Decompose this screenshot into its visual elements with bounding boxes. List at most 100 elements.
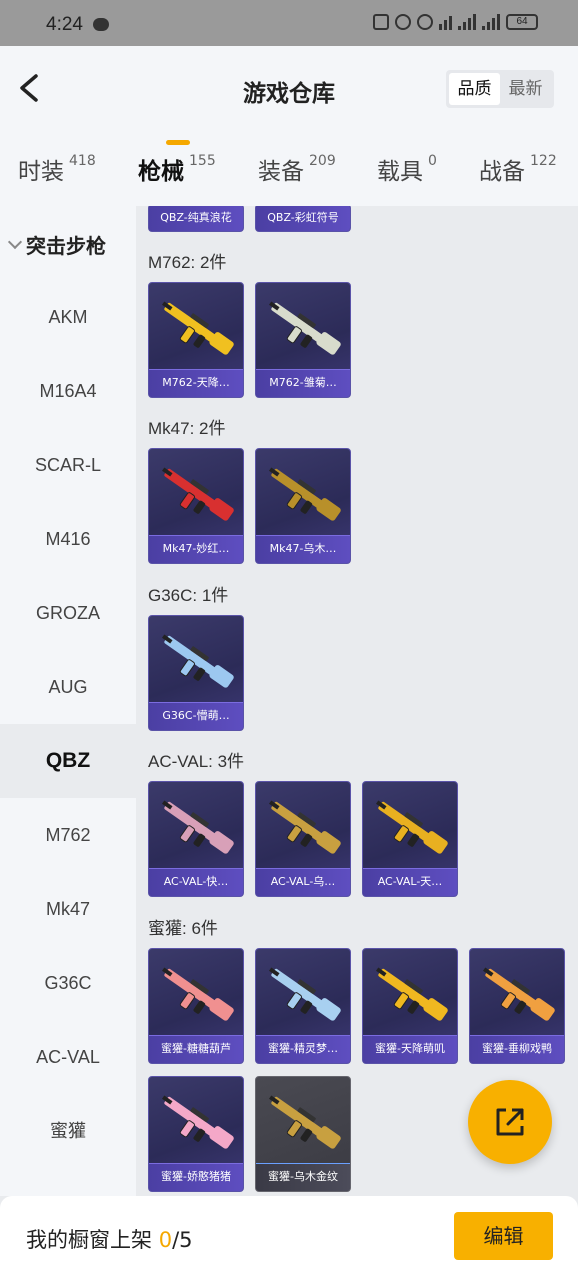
sidebar-item-ac-val[interactable]: AC-VAL <box>0 1020 136 1094</box>
tab-label: 战备 <box>479 159 525 185</box>
skin-name: QBZ-彩虹符号 <box>256 206 350 231</box>
battery-icon: 64 <box>506 14 538 30</box>
nfc-icon <box>373 14 389 30</box>
wechat-icon <box>93 18 109 31</box>
sidebar-item-mk47[interactable]: Mk47 <box>0 872 136 946</box>
tab-label: 载具 <box>377 159 423 185</box>
rifle-icon <box>376 800 448 854</box>
sidebar-item-g36c[interactable]: G36C <box>0 946 136 1020</box>
skin-name: 蜜獾-娇憨猪猪 <box>149 1163 243 1191</box>
rifle-icon <box>269 800 341 854</box>
sidebar-item-scar-l[interactable]: SCAR-L <box>0 428 136 502</box>
skin-card[interactable]: 蜜獾-精灵梦… <box>255 948 351 1064</box>
category-tabs: 时装 418 枪械 155 装备 209 载具 0 战备 122 <box>0 146 578 196</box>
skin-card[interactable]: G36C-懵萌… <box>148 615 244 731</box>
sidebar-item-honey-badger[interactable]: 蜜獾 <box>0 1094 136 1168</box>
sidebar-item-groza[interactable]: GROZA <box>0 576 136 650</box>
rifle-icon <box>162 1095 234 1149</box>
share-icon <box>496 1108 524 1136</box>
tab-count: 0 <box>428 153 437 169</box>
tab-supplies[interactable]: 战备 122 <box>479 152 557 186</box>
section-title: AC-VAL: 3件 <box>148 752 245 771</box>
skin-card[interactable]: Mk47-妙红… <box>148 448 244 564</box>
shelf-label: 我的橱窗上架 <box>26 1228 159 1252</box>
tab-label: 枪械 <box>138 159 184 185</box>
sort-quality-option[interactable]: 品质 <box>449 73 500 105</box>
skin-name: 蜜獾-精灵梦… <box>256 1035 350 1063</box>
skin-card[interactable]: QBZ-彩虹符号 <box>255 206 351 232</box>
skin-card[interactable]: M762-雏菊… <box>255 282 351 398</box>
tab-costumes[interactable]: 时装 418 <box>18 152 96 186</box>
rifle-icon <box>162 634 234 688</box>
sidebar-item-m762[interactable]: M762 <box>0 798 136 872</box>
bottom-bar: 我的橱窗上架 0/5 编辑 <box>0 1196 578 1280</box>
moon-icon <box>417 14 433 30</box>
skin-card[interactable]: M762-天降… <box>148 282 244 398</box>
share-button[interactable] <box>468 1080 552 1164</box>
section-title: G36C: 1件 <box>148 586 229 605</box>
skin-name: M762-雏菊… <box>256 369 350 397</box>
sidebar-group-assault-rifles[interactable]: 突击步枪 <box>7 230 106 259</box>
skin-name: 蜜獾-乌木金纹 <box>256 1163 350 1191</box>
shelf-count: 0 <box>158 1228 173 1252</box>
sidebar-item-m416[interactable]: M416 <box>0 502 136 576</box>
skin-name: 蜜獾-垂柳戏鸭 <box>470 1035 564 1063</box>
skin-name: Mk47-乌木… <box>256 535 350 563</box>
skin-card[interactable]: AC-VAL-乌… <box>255 781 351 897</box>
skin-card[interactable]: AC-VAL-天… <box>362 781 458 897</box>
skin-name: 蜜獾-糖糖葫芦 <box>149 1035 243 1063</box>
rifle-icon <box>162 467 234 521</box>
sidebar-group-label: 突击步枪 <box>26 234 106 258</box>
tab-firearms[interactable]: 枪械 155 <box>138 152 216 186</box>
tab-count: 418 <box>69 153 96 169</box>
rifle-icon <box>483 967 555 1021</box>
weapon-skin-grid[interactable]: QBZ-纯真浪花 QBZ-彩虹符号 M762: 2件 M762-天降… M762… <box>136 206 578 1196</box>
skin-name: M762-天降… <box>149 369 243 397</box>
status-icons: 64 <box>373 14 538 30</box>
rifle-icon <box>269 301 341 355</box>
shelf-status: 我的橱窗上架 0/5 <box>26 1224 193 1254</box>
skin-name: QBZ-纯真浪花 <box>149 206 243 231</box>
signal-icon-2 <box>482 14 500 30</box>
skin-name: AC-VAL-乌… <box>256 868 350 896</box>
header: 游戏仓库 品质 最新 时装 418 枪械 155 装备 209 载具 0 战备 … <box>0 46 578 206</box>
alarm-icon <box>395 14 411 30</box>
tab-count: 122 <box>530 153 557 169</box>
skin-name: AC-VAL-天… <box>363 868 457 896</box>
skin-card[interactable]: 蜜獾-天降萌叽 <box>362 948 458 1064</box>
skin-name: AC-VAL-快… <box>149 868 243 896</box>
weapon-type-sidebar[interactable]: 突击步枪 AKM M16A4 SCAR-L M416 GROZA AUG QBZ… <box>0 206 136 1196</box>
skin-card[interactable]: QBZ-纯真浪花 <box>148 206 244 232</box>
wifi-icon <box>439 14 452 30</box>
status-time: 4:24 <box>46 14 83 35</box>
rifle-icon <box>162 800 234 854</box>
tab-equipment[interactable]: 装备 209 <box>258 152 336 186</box>
skin-card[interactable]: 蜜獾-娇憨猪猪 <box>148 1076 244 1192</box>
sidebar-item-aug[interactable]: AUG <box>0 650 136 724</box>
sidebar-item-akm[interactable]: AKM <box>0 280 136 354</box>
skin-card[interactable]: AC-VAL-快… <box>148 781 244 897</box>
tab-label: 时装 <box>18 159 64 185</box>
sidebar-item-qbz[interactable]: QBZ <box>0 724 136 798</box>
tab-count: 155 <box>189 153 216 169</box>
skin-card[interactable]: 蜜獾-乌木金纹 <box>255 1076 351 1192</box>
sort-toggle[interactable]: 品质 最新 <box>446 70 554 108</box>
rifle-icon <box>269 467 341 521</box>
rifle-icon <box>162 301 234 355</box>
skin-card[interactable]: 蜜獾-垂柳戏鸭 <box>469 948 565 1064</box>
skin-name: G36C-懵萌… <box>149 702 243 730</box>
active-tab-indicator <box>166 140 190 145</box>
skin-card[interactable]: Mk47-乌木… <box>255 448 351 564</box>
skin-name: Mk47-妙红… <box>149 535 243 563</box>
rifle-icon <box>269 967 341 1021</box>
skin-card[interactable]: 蜜獾-糖糖葫芦 <box>148 948 244 1064</box>
signal-icon <box>458 14 476 30</box>
section-title: M762: 2件 <box>148 253 227 272</box>
tab-vehicles[interactable]: 载具 0 <box>377 152 437 186</box>
edit-button[interactable]: 编辑 <box>454 1212 553 1260</box>
sort-newest-option[interactable]: 最新 <box>500 73 551 105</box>
shelf-total: /5 <box>172 1228 193 1252</box>
status-bar: 4:24 64 <box>0 0 578 46</box>
sidebar-item-m16a4[interactable]: M16A4 <box>0 354 136 428</box>
rifle-icon <box>376 967 448 1021</box>
